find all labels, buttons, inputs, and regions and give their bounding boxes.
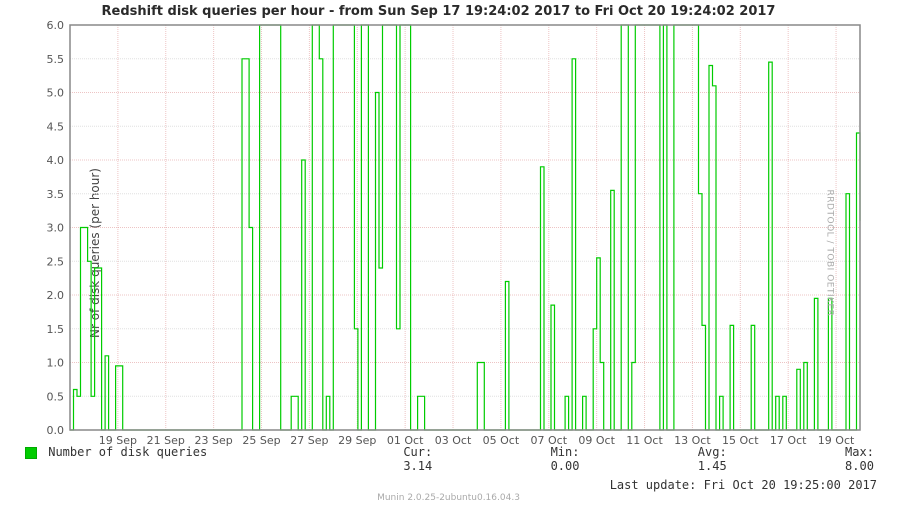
svg-text:5.0: 5.0 xyxy=(47,87,65,100)
legend-max-value: 8.00 xyxy=(734,459,874,473)
svg-text:0.0: 0.0 xyxy=(47,424,65,437)
footer-version: Munin 2.0.25-2ubuntu0.16.04.3 xyxy=(0,493,897,503)
legend-max-label: Max: xyxy=(734,445,874,459)
svg-text:2.0: 2.0 xyxy=(47,289,65,302)
munin-chart: Redshift disk queries per hour - from Su… xyxy=(0,0,897,505)
legend-min-value: 0.00 xyxy=(439,459,579,473)
legend-swatch xyxy=(25,447,37,459)
svg-text:4.5: 4.5 xyxy=(47,120,65,133)
legend-min-label: Min: xyxy=(439,445,579,459)
legend-avg-value: 1.45 xyxy=(587,459,727,473)
chart-title: Redshift disk queries per hour - from Su… xyxy=(0,4,877,19)
last-update: Last update: Fri Oct 20 19:25:00 2017 xyxy=(610,478,877,492)
svg-text:3.5: 3.5 xyxy=(47,188,65,201)
plot-svg: 0.00.51.01.52.02.53.03.54.04.55.05.56.0 … xyxy=(70,25,860,430)
rrdtool-watermark: RRDTOOL / TOBI OETIKER xyxy=(825,189,835,316)
legend-cur-label: Cur: xyxy=(292,445,432,459)
legend-series-label: Number of disk queries xyxy=(48,445,207,459)
svg-text:1.5: 1.5 xyxy=(47,323,65,336)
svg-text:1.0: 1.0 xyxy=(47,357,65,370)
legend-cur-value: 3.14 xyxy=(292,459,432,473)
svg-text:3.0: 3.0 xyxy=(47,222,65,235)
svg-text:0.5: 0.5 xyxy=(47,390,65,403)
plot-area: 0.00.51.01.52.02.53.03.54.04.55.05.56.0 … xyxy=(70,25,860,430)
legend-avg-label: Avg: xyxy=(587,445,727,459)
legend-row: Number of disk queries Cur: 3.14 Min: 0.… xyxy=(25,445,882,473)
svg-text:4.0: 4.0 xyxy=(47,154,65,167)
svg-text:2.5: 2.5 xyxy=(47,255,65,268)
svg-text:6.0: 6.0 xyxy=(47,19,65,32)
svg-text:5.5: 5.5 xyxy=(47,53,65,66)
